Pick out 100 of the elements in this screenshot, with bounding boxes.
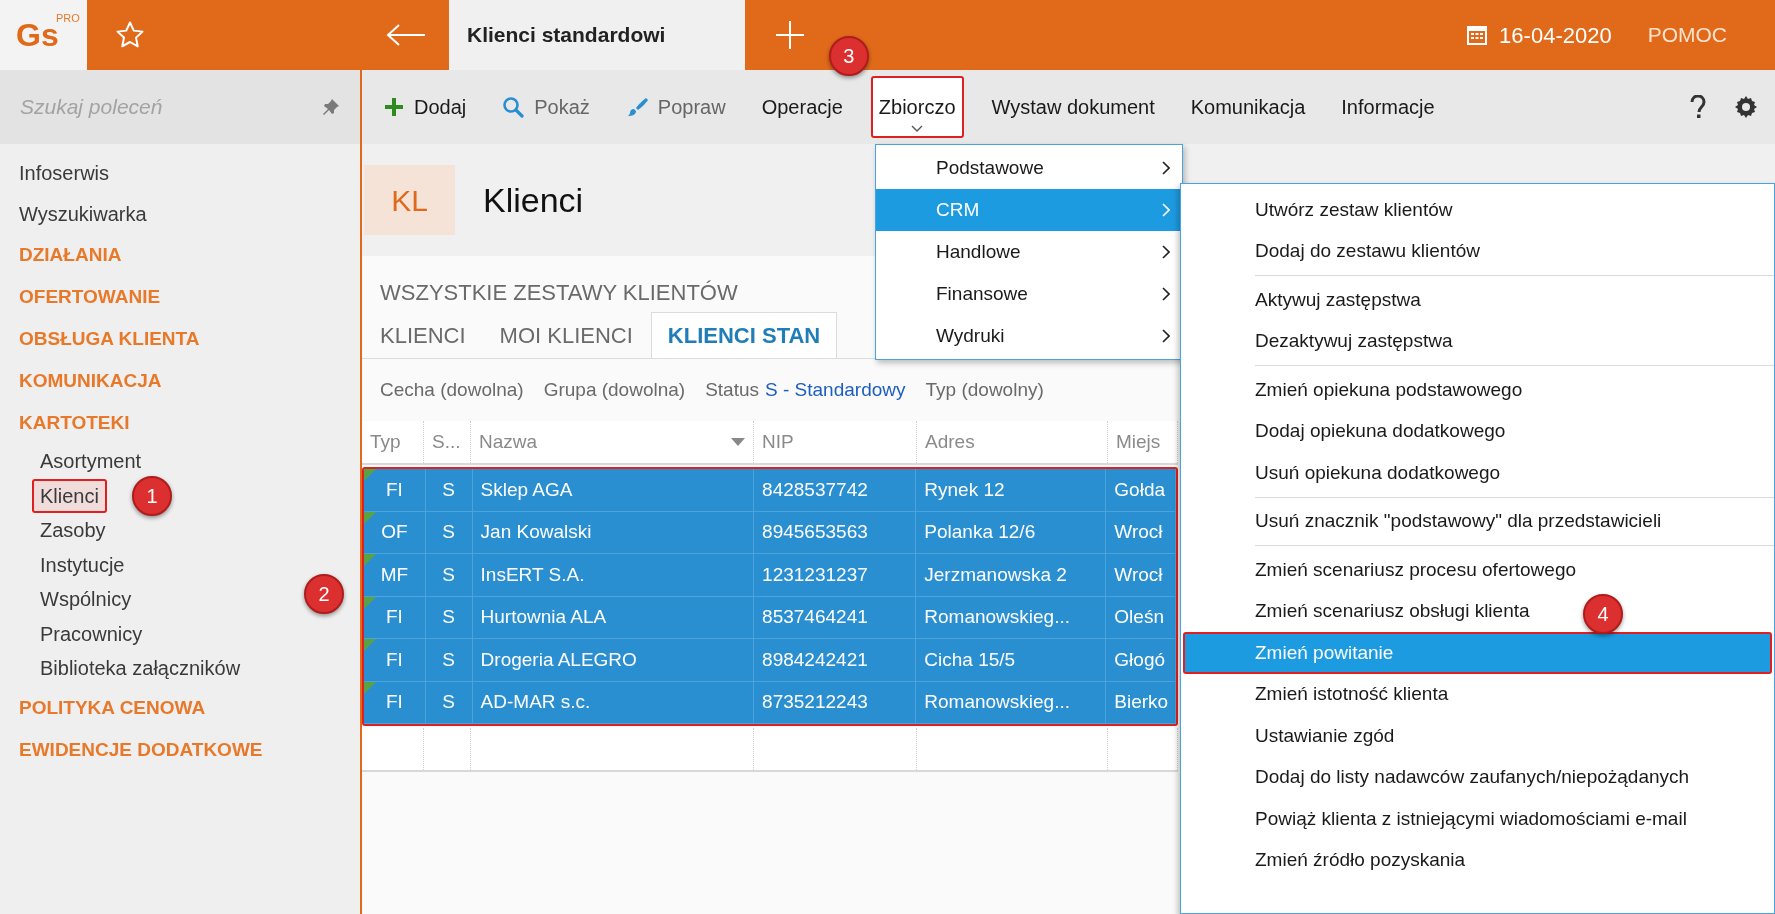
menu-item[interactable]: Dodaj do zestawu klientów xyxy=(1255,230,1480,272)
corner-marker-icon xyxy=(364,511,376,524)
table-cell: Sklep AGA xyxy=(472,469,755,511)
menu-item[interactable]: Powiąż klienta z istniejącymi wiadomościami e-mail xyxy=(1255,798,1687,840)
search-field[interactable]: Szukaj poleceń xyxy=(0,70,360,144)
toolbar-button[interactable]: Informacje xyxy=(1333,76,1443,138)
step-number-badge: 4 xyxy=(1583,594,1623,634)
table-row[interactable]: FI S Hurtownia ALA 8537464241 Romanowskieg... Oleśn xyxy=(364,596,1176,639)
page-title: Klienci xyxy=(483,179,584,221)
table-cell: S xyxy=(425,511,473,553)
menu-item[interactable]: Dezaktywuj zastępstwa xyxy=(1255,320,1453,362)
sidebar-item[interactable]: Biblioteka załączników xyxy=(32,651,249,686)
table-cell: AD-MAR s.c. xyxy=(472,681,755,723)
table-row[interactable]: OF S Jan Kowalski 8945653563 Polanka 12/6 Wrocł xyxy=(364,511,1176,554)
table-row[interactable]: FI S AD-MAR s.c. 8735212243 Romanowskieg... Bierko xyxy=(364,681,1176,724)
sidebar-item[interactable]: Wyszukiwarka xyxy=(19,193,147,234)
chevron-right-icon xyxy=(1162,329,1170,343)
table-row[interactable]: FI S Sklep AGA 8428537742 Rynek 12 Gołda xyxy=(364,469,1176,512)
table-cell: 8537464241 xyxy=(754,596,917,638)
tab[interactable]: MOI KLIENCI xyxy=(483,312,649,358)
table-cell: Gołda xyxy=(1106,469,1176,511)
sidebar-item[interactable]: Pracownicy xyxy=(32,616,151,651)
table-cell: MF xyxy=(364,554,426,596)
menu-item[interactable]: Zmień scenariusz procesu ofertowego xyxy=(1255,549,1577,591)
toolbar-button[interactable]: Dodaj xyxy=(376,76,475,138)
corner-marker-icon xyxy=(364,554,376,566)
chevron-right-icon xyxy=(1162,245,1170,259)
menu-item[interactable]: Aktywuj zastępstwa xyxy=(1255,279,1421,321)
corner-marker-icon xyxy=(364,639,376,651)
settings-icon xyxy=(1734,95,1758,119)
menu-item[interactable]: Dodaj do listy nadawców zaufanych/niepożądanych xyxy=(1255,756,1690,798)
menu-item[interactable]: Handlowe xyxy=(876,231,1182,273)
sidebar-item[interactable]: Wspólnicy xyxy=(32,582,140,617)
table-cell: Jan Kowalski xyxy=(472,511,755,553)
table-cell: 8735212243 xyxy=(754,681,917,723)
menu-item[interactable]: Utwórz zestaw klientów xyxy=(1255,189,1453,231)
plus-icon xyxy=(384,97,404,117)
menu-item[interactable]: Zmień istotność klienta xyxy=(1255,673,1449,715)
sidebar-item[interactable]: Infoserwis xyxy=(19,152,110,193)
caret-icon xyxy=(911,125,924,132)
table-cell: FI xyxy=(364,596,426,638)
sidebar-item[interactable]: Zasoby xyxy=(32,513,114,548)
corner-marker-icon xyxy=(364,596,376,609)
menu-item[interactable]: Ustawianie zgód xyxy=(1255,715,1395,757)
module-code-tile: KL xyxy=(364,165,455,235)
search-input[interactable]: Szukaj poleceń xyxy=(20,91,280,123)
table-cell: S xyxy=(425,596,473,638)
toolbar-button[interactable]: Wystaw dokument xyxy=(983,76,1163,138)
table-cell: 8984242421 xyxy=(754,639,917,681)
table-cell: Rynek 12 xyxy=(916,469,1107,511)
back-arrow-icon xyxy=(385,23,426,47)
plus-icon xyxy=(776,21,804,49)
toolbar-button[interactable]: Komunikacja xyxy=(1182,76,1314,138)
star-icon xyxy=(115,20,145,50)
calendar-icon xyxy=(1465,23,1490,47)
table-cell: Romanowskieg... xyxy=(916,596,1107,638)
menu-item[interactable]: Zmień scenariusz obsługi klienta xyxy=(1255,590,1530,632)
table-cell: 1231231237 xyxy=(754,554,917,596)
table-cell: Oleśn xyxy=(1106,596,1176,638)
table-cell: 8428537742 xyxy=(754,469,917,511)
current-date: 16-04-2020 xyxy=(1499,21,1612,50)
table-row[interactable]: FI S Drogeria ALEGRO 8984242421 Cicha 15/5 Głogó xyxy=(364,639,1176,682)
menu-item[interactable]: Finansowe xyxy=(876,273,1182,315)
table-cell: S xyxy=(425,639,473,681)
table-cell: Polanka 12/6 xyxy=(916,511,1107,553)
menu-item[interactable]: Zmień źródło pozyskania xyxy=(1255,839,1466,881)
table-cell: Jerzmanowska 2 xyxy=(916,554,1107,596)
table-cell: Hurtownia ALA xyxy=(472,596,755,638)
table-cell: InsERT S.A. xyxy=(472,554,755,596)
menu-item[interactable]: Dodaj opiekuna dodatkowego xyxy=(1255,410,1506,452)
table-cell: Romanowskieg... xyxy=(916,681,1107,723)
menu-item[interactable]: Zmień opiekuna podstawowego xyxy=(1255,369,1523,411)
menu-item[interactable]: Wydruki xyxy=(876,315,1182,357)
table-cell: S xyxy=(425,681,473,723)
filter-button[interactable]: Typ (dowolny) xyxy=(925,375,1044,405)
sort-arrow-icon xyxy=(731,438,745,446)
sidebar-item[interactable]: Instytucje xyxy=(32,547,133,582)
table-row[interactable]: MF S InsERT S.A. 1231231237 Jerzmanowska 2 Wrocł xyxy=(364,554,1176,597)
chevron-right-icon xyxy=(1162,161,1170,175)
table-cell: OF xyxy=(364,511,426,553)
table-cell: Głogó xyxy=(1106,639,1176,681)
sidebar-item[interactable]: Klienci xyxy=(32,478,107,513)
brush-icon xyxy=(625,96,648,118)
pin-icon xyxy=(322,98,340,116)
search-icon xyxy=(502,96,525,118)
menu-item[interactable]: Usuń znacznik "podstawowy" dla przedstawicieli xyxy=(1255,500,1662,542)
table-cell: Wrocł xyxy=(1106,511,1176,553)
table-cell: Cicha 15/5 xyxy=(916,639,1107,681)
corner-marker-icon xyxy=(364,469,376,481)
document-tab[interactable]: Klienci standardowi xyxy=(449,0,745,70)
filter-button[interactable]: Cecha (dowolna) xyxy=(380,375,524,405)
filter-button[interactable]: Grupa (dowolna) xyxy=(543,375,686,405)
menu-item[interactable]: Usuń opiekuna dodatkowego xyxy=(1255,452,1501,494)
tab[interactable]: KLIENCI xyxy=(364,312,482,358)
table-cell: Bierko xyxy=(1106,681,1176,723)
table-cell: Drogeria ALEGRO xyxy=(472,639,755,681)
menu-item[interactable]: Podstawowe xyxy=(876,147,1182,189)
table-cell: 8945653563 xyxy=(754,511,917,553)
tab[interactable]: KLIENCI STAN xyxy=(650,312,838,358)
filter-button[interactable]: Status S - Standardowy xyxy=(705,375,906,405)
